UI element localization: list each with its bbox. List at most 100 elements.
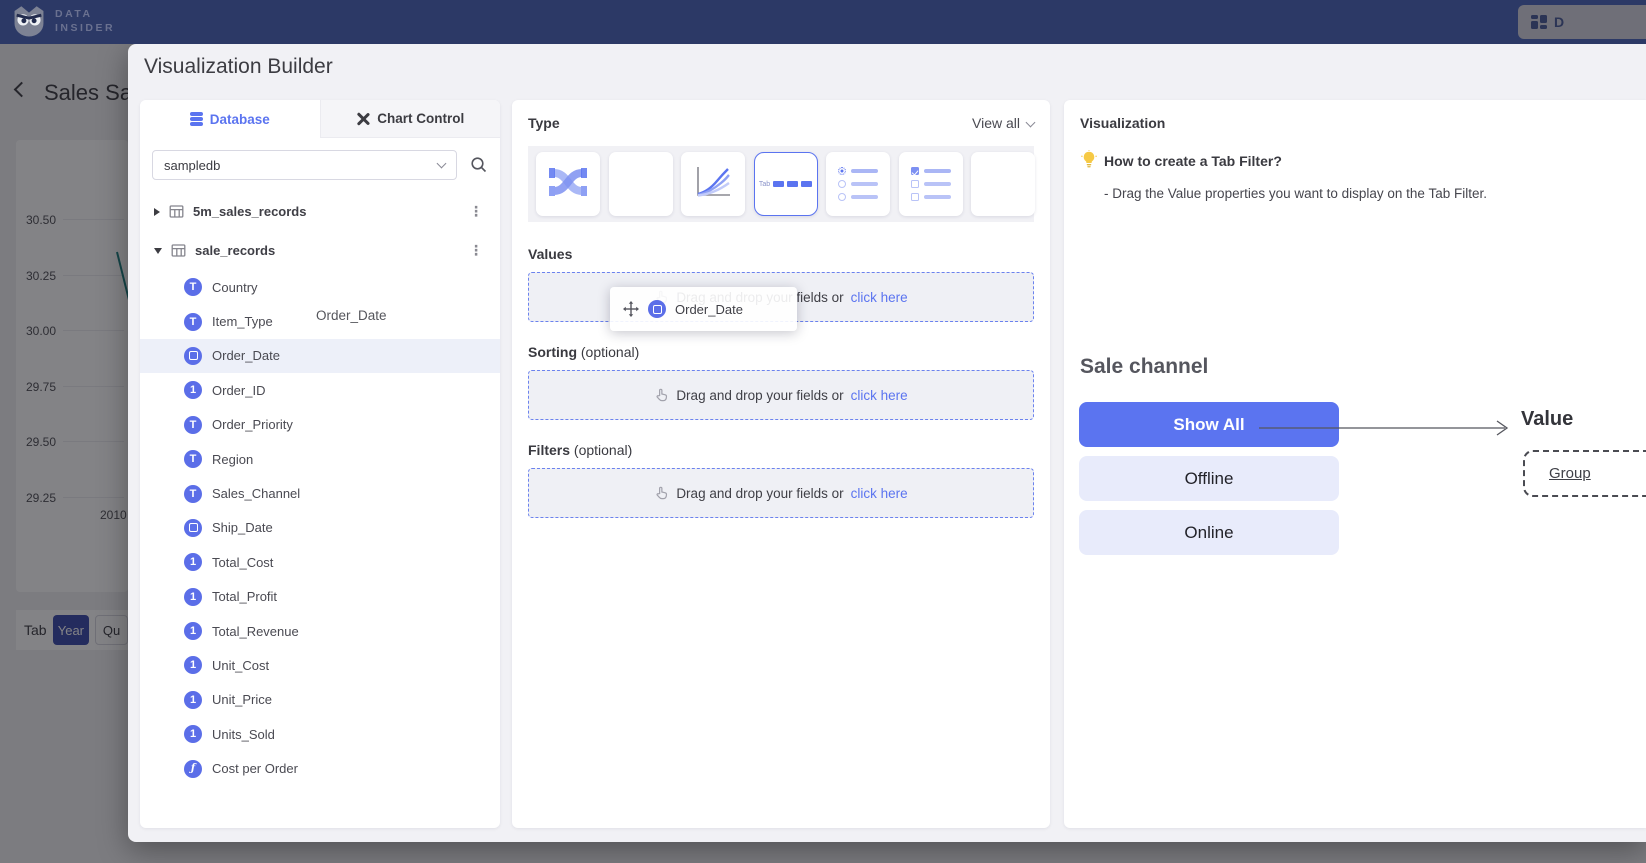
- field-row[interactable]: Order_ID: [140, 373, 500, 407]
- field-type-icon: [184, 725, 202, 743]
- values-section-label: Values: [528, 246, 572, 262]
- chart-type-card[interactable]: [899, 152, 963, 216]
- owl-logo-icon: [12, 5, 46, 39]
- table-icon: [171, 243, 186, 258]
- click-here-link[interactable]: click here: [851, 388, 908, 403]
- field-row[interactable]: Ship_Date: [140, 511, 500, 545]
- tip-body: - Drag the Value properties you want to …: [1104, 186, 1487, 201]
- visualization-label: Visualization: [1080, 115, 1165, 131]
- field-row[interactable]: Sales_Channel: [140, 476, 500, 510]
- chart-type-card[interactable]: [826, 152, 890, 216]
- dragged-field-label: Order_Date: [675, 302, 743, 317]
- tab-filter-icon: Tab: [759, 181, 812, 188]
- field-row[interactable]: Unit_Cost: [140, 648, 500, 682]
- database-panel: Database Chart Control sampledb: [140, 100, 500, 828]
- field-type-icon: [184, 519, 202, 537]
- field-type-icon: [184, 622, 202, 640]
- sorting-drop-zone[interactable]: Drag and drop your fields or click here: [528, 370, 1034, 420]
- brand-logo[interactable]: DATAINSIDER: [12, 5, 115, 39]
- field-name: Item_Type: [212, 314, 273, 329]
- visualization-panel: Visualization How to create a Tab Filter…: [1064, 100, 1646, 828]
- field-type-icon: [184, 553, 202, 571]
- field-row[interactable]: Cost per Order: [140, 751, 500, 785]
- chart-type-card[interactable]: [609, 152, 673, 216]
- click-here-link[interactable]: click here: [851, 486, 908, 501]
- chart-type-card[interactable]: [971, 152, 1035, 216]
- field-type-icon: [184, 381, 202, 399]
- field-type-icon: [184, 691, 202, 709]
- tab-filter-option-button[interactable]: Offline: [1079, 456, 1339, 501]
- group-link[interactable]: Group: [1549, 465, 1591, 482]
- field-row[interactable]: Total_Cost: [140, 545, 500, 579]
- filters-drop-zone[interactable]: Drag and drop your fields or click here: [528, 468, 1034, 518]
- field-name: Units_Sold: [212, 727, 275, 742]
- kebab-menu-icon[interactable]: ⋮: [466, 243, 486, 259]
- date-field-icon: [648, 300, 666, 318]
- field-row[interactable]: Region: [140, 442, 500, 476]
- field-name: Order_Priority: [212, 417, 293, 432]
- chart-type-card[interactable]: Tab: [754, 152, 818, 216]
- annotation-arrow: [1259, 417, 1511, 439]
- modal-title: Visualization Builder: [144, 55, 333, 79]
- dashboard-nav-button[interactable]: D: [1518, 5, 1646, 39]
- database-icon: [190, 112, 203, 125]
- expand-arrow-icon[interactable]: [154, 248, 162, 254]
- tab-filter-option-button[interactable]: Online: [1079, 510, 1339, 555]
- chevron-down-icon: [1026, 117, 1036, 127]
- table-row[interactable]: 5m_sales_records ⋮: [140, 192, 500, 231]
- group-annotation-box: Group: [1523, 450, 1646, 497]
- tab-chart-control[interactable]: Chart Control: [320, 100, 501, 138]
- field-row[interactable]: Order_Date: [140, 339, 500, 373]
- brand-line1: DATA: [55, 8, 115, 22]
- expand-arrow-icon[interactable]: [154, 208, 160, 216]
- chart-config-panel: Type View all Tab Values Drag and drop y…: [512, 100, 1050, 828]
- field-type-icon: [184, 313, 202, 331]
- field-name: Total_Revenue: [212, 624, 299, 639]
- lightbulb-icon: [1080, 150, 1098, 170]
- dragged-field-chip[interactable]: Order_Date: [610, 287, 797, 331]
- field-row[interactable]: Total_Profit: [140, 580, 500, 614]
- search-icon[interactable]: [470, 156, 488, 174]
- drop-placeholder-text: Drag and drop your fields or: [676, 486, 843, 501]
- kebab-menu-icon[interactable]: ⋮: [466, 204, 486, 220]
- click-here-link[interactable]: click here: [851, 290, 908, 305]
- value-annotation-title: Value: [1521, 408, 1573, 431]
- brand-line2: INSIDER: [55, 22, 115, 36]
- dashboard-icon: [1531, 14, 1547, 30]
- field-row[interactable]: Country: [140, 270, 500, 304]
- chart-type-card[interactable]: [681, 152, 745, 216]
- field-type-icon: [184, 450, 202, 468]
- database-select[interactable]: sampledb: [152, 150, 457, 180]
- preview-chart-title: Sale channel: [1080, 355, 1208, 379]
- field-name: Region: [212, 452, 253, 467]
- field-row[interactable]: Units_Sold: [140, 717, 500, 751]
- sankey-chart-icon: [548, 164, 588, 200]
- table-name: 5m_sales_records: [193, 204, 457, 219]
- tools-icon: [356, 112, 370, 126]
- field-type-icon: [184, 485, 202, 503]
- visualization-builder-modal: Visualization Builder Database Chart Con…: [128, 44, 1646, 842]
- field-name: Order_ID: [212, 383, 265, 398]
- field-name: Order_Date: [212, 348, 280, 363]
- field-name: Sales_Channel: [212, 486, 300, 501]
- chart-type-strip: Tab: [528, 146, 1034, 222]
- app-topbar: DATAINSIDER D: [0, 0, 1646, 44]
- field-name: Cost per Order: [212, 761, 298, 776]
- tab-chart-control-label: Chart Control: [377, 111, 464, 126]
- field-type-icon: [184, 588, 202, 606]
- field-name: Unit_Price: [212, 692, 272, 707]
- field-type-icon: [184, 347, 202, 365]
- field-type-icon: [184, 416, 202, 434]
- hand-pointer-icon: [654, 388, 669, 403]
- hand-pointer-icon: [654, 486, 669, 501]
- table-row[interactable]: sale_records ⋮: [140, 231, 500, 270]
- type-section-label: Type: [528, 115, 560, 131]
- field-row[interactable]: Order_Priority: [140, 408, 500, 442]
- field-row[interactable]: Total_Revenue: [140, 614, 500, 648]
- tab-database[interactable]: Database: [140, 100, 320, 138]
- field-row[interactable]: Unit_Price: [140, 683, 500, 717]
- view-all-button[interactable]: View all: [972, 115, 1034, 131]
- field-name: Unit_Cost: [212, 658, 269, 673]
- chart-type-card[interactable]: [536, 152, 600, 216]
- view-all-label: View all: [972, 115, 1020, 131]
